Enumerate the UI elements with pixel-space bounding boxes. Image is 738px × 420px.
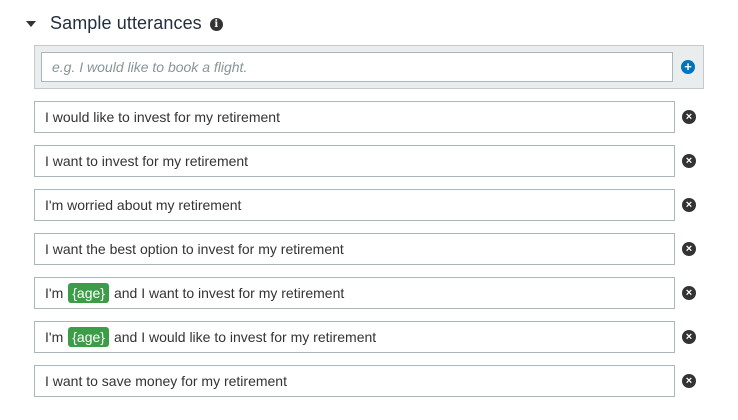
slot-badge-age[interactable]: {age} bbox=[68, 327, 109, 347]
utterance-text: I would like to invest for my retirement bbox=[45, 109, 280, 125]
remove-circle-icon[interactable]: × bbox=[682, 330, 696, 344]
remove-circle-icon[interactable]: × bbox=[682, 154, 696, 168]
utterance-text: I'm bbox=[45, 329, 64, 345]
section-title: Sample utterances bbox=[50, 12, 202, 33]
slot-badge-age[interactable]: {age} bbox=[68, 283, 109, 303]
utterance-field[interactable]: I want to invest for my retirement bbox=[34, 145, 675, 177]
utterance-text: I want the best option to invest for my … bbox=[45, 241, 344, 257]
utterance-field[interactable]: I want to save money for my retirement bbox=[34, 365, 675, 397]
remove-circle-icon[interactable]: × bbox=[682, 374, 696, 388]
info-icon[interactable]: i bbox=[209, 17, 223, 31]
utterance-text: and I would like to invest for my retire… bbox=[113, 329, 377, 345]
new-utterance-row: + bbox=[34, 45, 704, 89]
utterance-text: I'm bbox=[45, 285, 64, 301]
new-utterance-input[interactable] bbox=[41, 52, 673, 82]
utterance-text: and I want to invest for my retirement bbox=[113, 285, 345, 301]
plus-circle-icon[interactable]: + bbox=[681, 60, 695, 74]
utterance-text: I want to invest for my retirement bbox=[45, 153, 249, 169]
utterance-field[interactable]: I would like to invest for my retirement bbox=[34, 101, 675, 133]
utterance-text: I want to save money for my retirement bbox=[45, 373, 287, 389]
utterance-field[interactable]: I'm {age} and I would like to invest for… bbox=[34, 321, 675, 353]
remove-circle-icon[interactable]: × bbox=[682, 110, 696, 124]
caret-down-icon[interactable] bbox=[26, 20, 36, 27]
utterance-field[interactable]: I want the best option to invest for my … bbox=[34, 233, 675, 265]
utterance-field[interactable]: I'm worried about my retirement bbox=[34, 189, 675, 221]
remove-circle-icon[interactable]: × bbox=[682, 198, 696, 212]
remove-circle-icon[interactable]: × bbox=[682, 286, 696, 300]
remove-circle-icon[interactable]: × bbox=[682, 242, 696, 256]
utterance-text: I'm worried about my retirement bbox=[45, 197, 242, 213]
section-header: Sample utterances i bbox=[26, 10, 223, 36]
utterance-field[interactable]: I'm {age} and I want to invest for my re… bbox=[34, 277, 675, 309]
